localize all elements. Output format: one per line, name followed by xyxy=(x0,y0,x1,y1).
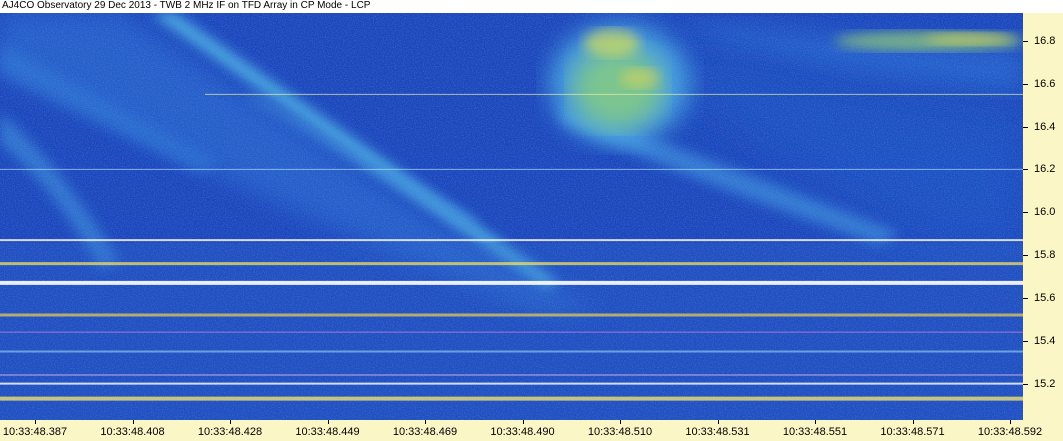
x-tick xyxy=(912,420,914,424)
x-tick xyxy=(620,420,621,424)
x-tick xyxy=(132,420,134,424)
y-tick-label: 16.0 xyxy=(1034,206,1056,219)
y-tick xyxy=(1023,255,1028,257)
y-tick xyxy=(1023,383,1028,385)
x-tick-label: 10:33:48.408 xyxy=(100,426,165,438)
x-tick-label: 10:33:48.551 xyxy=(782,426,848,438)
y-tick-label: 15.2 xyxy=(1034,377,1056,390)
x-tick xyxy=(815,420,816,424)
y-tick-label: 16.8 xyxy=(1034,34,1056,47)
x-tick xyxy=(522,420,524,424)
y-tick-label: 15.4 xyxy=(1034,334,1056,347)
x-tick-label: 10:33:48.449 xyxy=(295,426,360,438)
x-tick-label: 10:33:48.469 xyxy=(392,426,458,438)
frequency-axis: 16.8 16.6 16.4 16.2 16.0 15.8 15.6 15.4 15.2 xyxy=(1023,13,1063,420)
y-tick-label: 16.2 xyxy=(1034,163,1056,176)
x-tick xyxy=(1010,420,1011,424)
y-tick-label: 16.6 xyxy=(1034,77,1056,90)
spectrogram-svg xyxy=(0,13,1023,420)
x-tick xyxy=(717,420,719,424)
y-tick xyxy=(1023,40,1028,42)
x-tick-label: 10:33:48.571 xyxy=(880,426,945,438)
x-tick-label: 10:33:48.490 xyxy=(490,426,555,438)
x-tick-label: 10:33:48.592 xyxy=(977,426,1043,438)
y-tick-label: 16.4 xyxy=(1034,120,1056,133)
y-tick xyxy=(1023,212,1028,214)
x-tick-label: 10:33:48.428 xyxy=(197,426,263,438)
spectrogram-plot xyxy=(0,13,1023,420)
window-title: AJ4CO Observatory 29 Dec 2013 - TWB 2 MH… xyxy=(0,0,1063,13)
y-tick-label: 15.6 xyxy=(1034,291,1056,304)
time-axis: 10:33:48.387 10:33:48.408 10:33:48.428 10:3… xyxy=(0,420,1063,441)
y-tick xyxy=(1023,169,1028,171)
x-tick-label: 10:33:48.510 xyxy=(587,426,653,438)
y-tick xyxy=(1023,83,1028,85)
x-tick-label: 10:33:48.387 xyxy=(2,426,68,438)
x-tick xyxy=(425,420,426,424)
x-tick xyxy=(230,420,231,424)
y-tick xyxy=(1023,340,1028,342)
y-tick-label: 15.8 xyxy=(1034,249,1056,262)
x-tick xyxy=(35,420,36,424)
y-tick xyxy=(1023,297,1028,299)
y-tick xyxy=(1023,126,1028,128)
x-tick-label: 10:33:48.531 xyxy=(685,426,750,438)
x-tick xyxy=(327,420,329,424)
